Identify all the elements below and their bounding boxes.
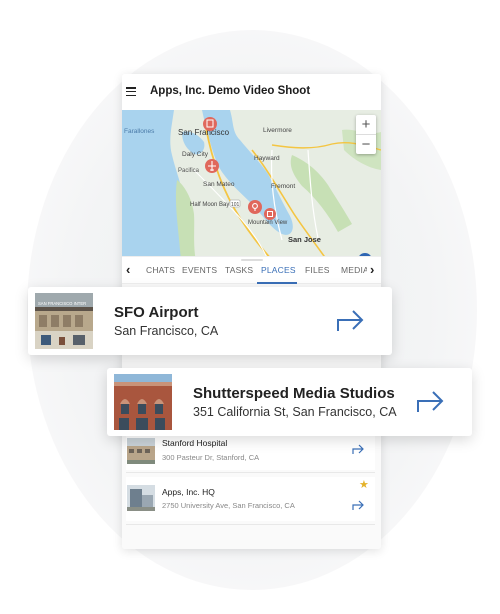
arrow-forward-icon[interactable] [416, 390, 446, 419]
drag-handle[interactable] [241, 259, 263, 261]
map-pin-sfo[interactable] [205, 159, 219, 173]
place-address: San Francisco, CA [114, 324, 219, 338]
tab-media[interactable]: MEDIA [341, 265, 367, 275]
place-address: 2750 University Ave, San Francisco, CA [162, 501, 295, 510]
place-card-sfo[interactable]: SAN FRANCISCO INTER SFO Airport San Fran… [28, 287, 392, 355]
arrow-forward-icon[interactable] [352, 498, 365, 516]
thumb-sign-text: SAN FRANCISCO INTER [38, 301, 86, 306]
place-name: Apps, Inc. HQ [162, 487, 215, 497]
label-san-mateo: San Mateo [203, 181, 235, 188]
menu-icon[interactable] [126, 87, 136, 97]
divider [126, 524, 375, 525]
label-san-francisco: San Francisco [178, 128, 230, 137]
tab-bar: ‹ CHATS EVENTS TASKS PLACES FILES MEDIA … [122, 256, 381, 284]
label-half-moon-bay: Half Moon Bay [190, 202, 229, 208]
place-card-shutterspeed[interactable]: Shutterspeed Media Studios 351 Californi… [107, 368, 472, 436]
place-address: 351 California St, San Francisco, CA [193, 405, 397, 419]
label-pacifica: Pacifica [178, 168, 200, 174]
arrow-forward-icon[interactable] [336, 309, 366, 338]
label-farallones: Farallones [124, 128, 155, 135]
place-name: Stanford Hospital [162, 438, 228, 448]
place-thumbnail: SAN FRANCISCO INTER [35, 293, 93, 349]
list-item[interactable]: Stanford Hospital 300 Pasteur Dr, Stanfo… [126, 432, 375, 470]
zoom-control: + − [356, 115, 376, 154]
divider [126, 472, 375, 473]
label-mountain-view: Mountain View [248, 220, 288, 226]
label-san-jose: San Jose [288, 235, 321, 244]
tab-tasks[interactable]: TASKS [225, 265, 253, 275]
tab-places[interactable]: PLACES [261, 265, 296, 275]
place-thumbnail [127, 438, 155, 464]
tab-events[interactable]: EVENTS [182, 265, 217, 275]
tabs-next-arrow-icon[interactable]: › [370, 262, 374, 277]
map-pin-hospital[interactable] [248, 200, 262, 214]
label-road-101: 101 [231, 202, 240, 208]
label-hayward: Hayward [254, 155, 280, 162]
place-thumbnail [114, 374, 172, 430]
map-pin-sf[interactable] [203, 117, 217, 131]
page-title: Apps, Inc. Demo Video Shoot [150, 85, 311, 97]
app-header: Apps, Inc. Demo Video Shoot [122, 74, 381, 110]
place-address: 300 Pasteur Dr, Stanford, CA [162, 453, 260, 462]
map-pin-studio[interactable] [264, 208, 276, 220]
label-livermore: Livermore [263, 127, 292, 134]
tabs-prev-arrow-icon[interactable]: ‹ [126, 262, 130, 277]
star-icon[interactable]: ★ [359, 478, 369, 491]
zoom-in-button[interactable]: + [356, 115, 376, 134]
place-thumbnail [127, 485, 155, 511]
tab-chats[interactable]: CHATS [146, 265, 175, 275]
zoom-out-button[interactable]: − [356, 135, 376, 154]
tab-files[interactable]: FILES [305, 265, 330, 275]
label-fremont: Fremont [271, 183, 295, 190]
arrow-forward-icon[interactable] [352, 442, 365, 460]
list-item[interactable]: Apps, Inc. HQ 2750 University Ave, San F… [126, 477, 375, 521]
place-name: Shutterspeed Media Studios [193, 385, 395, 402]
label-daly-city: Daly City [182, 151, 209, 158]
place-name: SFO Airport [114, 304, 199, 321]
